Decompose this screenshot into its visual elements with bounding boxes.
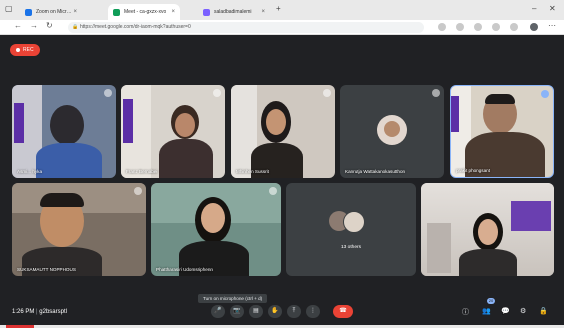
participant-name: Franz Bernabei — [126, 169, 158, 174]
microphone-button[interactable]: 🎤 — [211, 305, 225, 318]
participant-name: prakit phongsant — [456, 168, 490, 173]
extensions-icon[interactable] — [456, 23, 464, 31]
url-text: https://meet.google.com/dr-iaom-mqk?auth… — [80, 24, 191, 30]
participant-video — [36, 143, 102, 178]
browser-tab-strip: Zoom on Microsoft Edx × Meet - ca-gxzx-x… — [0, 0, 564, 20]
participant-video — [40, 193, 84, 207]
meeting-info: 1:26 PM | g2bsarsptl — [12, 309, 67, 315]
zoom-favicon-icon — [25, 8, 32, 16]
people-count-badge: 20 — [487, 298, 495, 304]
end-call-button[interactable]: ☎ — [333, 305, 353, 318]
chat-icon[interactable]: 💬 — [501, 307, 510, 315]
current-time: 1:26 PM — [12, 309, 35, 315]
speaking-indicator-icon — [541, 90, 549, 98]
captions-button[interactable]: ▤ — [249, 305, 263, 318]
video-background — [14, 103, 24, 143]
site-favicon-icon — [203, 8, 210, 16]
browser-toolbar: ← → ↻ 🔒 https://meet.google.com/dr-iaom-… — [0, 20, 564, 35]
minimize-button[interactable]: – — [532, 4, 536, 13]
participant-video — [459, 249, 517, 276]
participant-name: SUKSAMAUTT NOPPHOUS — [17, 267, 76, 272]
present-button[interactable]: ⤒ — [287, 305, 301, 318]
browser-tab-2[interactable]: Meet - ca-gxzx-xvo × — [108, 4, 180, 20]
participant-name: Kanrutja Wattakanokasutthon — [345, 169, 406, 174]
video-background — [451, 96, 459, 132]
browser-tab-3[interactable]: saladbadimalemi × — [198, 4, 270, 20]
participant-tile[interactable]: Phattharasiri Udomsriphenn — [151, 183, 281, 276]
downloads-icon[interactable] — [492, 23, 500, 31]
participant-video — [478, 219, 498, 245]
participant-name: Phattharasiri Udomsriphenn — [156, 267, 213, 272]
raise-hand-button[interactable]: ✋ — [268, 305, 282, 318]
participant-video — [50, 105, 84, 145]
participant-video — [159, 139, 213, 178]
recording-dot-icon — [16, 48, 20, 52]
close-tab-icon[interactable]: × — [73, 9, 77, 15]
lock-icon: 🔒 — [72, 24, 79, 30]
back-icon[interactable]: ← — [14, 21, 22, 30]
menu-icon[interactable]: ⋯ — [548, 21, 556, 30]
browser-tab-1[interactable]: Zoom on Microsoft Edx × — [20, 4, 82, 20]
video-background — [511, 201, 551, 231]
collections-icon[interactable] — [474, 23, 482, 31]
close-tab-icon[interactable]: × — [261, 9, 265, 15]
video-background — [427, 223, 451, 273]
host-controls-icon[interactable]: 🔒 — [539, 307, 548, 315]
participant-video — [201, 203, 225, 233]
mic-muted-icon — [432, 89, 440, 97]
tab-title: saladbadimalemi — [214, 9, 252, 15]
profile-icon[interactable] — [510, 23, 518, 31]
camera-button[interactable]: 📷 — [230, 305, 244, 318]
mic-muted-icon — [213, 89, 221, 97]
close-window-button[interactable]: ✕ — [549, 4, 556, 13]
tab-title: Zoom on Microsoft Edx — [36, 9, 73, 15]
participant-video — [175, 113, 195, 137]
close-tab-icon[interactable]: × — [171, 9, 175, 15]
activities-icon[interactable]: ⚙ — [520, 307, 526, 315]
video-background — [123, 99, 133, 143]
participant-tile[interactable]: Franz Bernabei — [121, 85, 225, 178]
tab-title: Meet - ca-gxzx-xvo — [124, 9, 167, 15]
more-options-button[interactable]: ⋮ — [306, 305, 320, 318]
mic-muted-icon — [269, 187, 277, 195]
new-tab-button[interactable]: + — [276, 4, 281, 13]
participant-tile[interactable]: SUKSAMAUTT NOPPHOUS — [12, 183, 146, 276]
participant-name: Mhinhen Sussrit — [236, 169, 269, 174]
participant-tile-active-speaker[interactable]: prakit phongsant — [450, 85, 554, 178]
participant-video — [485, 94, 515, 104]
address-bar[interactable]: 🔒 https://meet.google.com/dr-iaom-mqk?au… — [68, 22, 424, 33]
avatar — [384, 121, 400, 137]
mic-tooltip: Turn on microphone (ctrl + d) — [198, 294, 268, 303]
mic-muted-icon — [134, 187, 142, 195]
participant-tile[interactable]: Mhinhen Sussrit — [231, 85, 335, 178]
recording-label: REC — [23, 47, 34, 53]
others-tile[interactable]: 13 others — [286, 183, 416, 276]
meet-favicon-icon — [113, 8, 120, 16]
reload-icon[interactable]: ↻ — [46, 21, 53, 30]
tab-actions-icon[interactable]: ▢ — [5, 4, 13, 13]
meeting-details-icon[interactable]: ⓘ — [462, 307, 469, 317]
mic-muted-icon — [104, 89, 112, 97]
favorites-icon[interactable] — [438, 23, 446, 31]
meeting-code: g2bsarsptl — [39, 309, 67, 315]
avatar — [343, 211, 365, 233]
avatar[interactable] — [530, 23, 538, 31]
participant-name: Asmi... hyka — [17, 169, 43, 174]
others-count: 13 others — [340, 245, 361, 250]
people-icon[interactable]: 👥 — [482, 307, 491, 315]
participant-tile[interactable] — [421, 183, 554, 276]
participant-tile[interactable]: Asmi... hyka — [12, 85, 116, 178]
participant-tile[interactable]: Kanrutja Wattakanokasutthon — [340, 85, 444, 178]
meet-stage: REC Asmi... hyka Franz Bernabei Mhinhen … — [0, 35, 564, 325]
forward-icon[interactable]: → — [30, 21, 38, 30]
recording-badge: REC — [10, 44, 40, 56]
participant-video — [266, 109, 286, 135]
mic-muted-icon — [323, 89, 331, 97]
